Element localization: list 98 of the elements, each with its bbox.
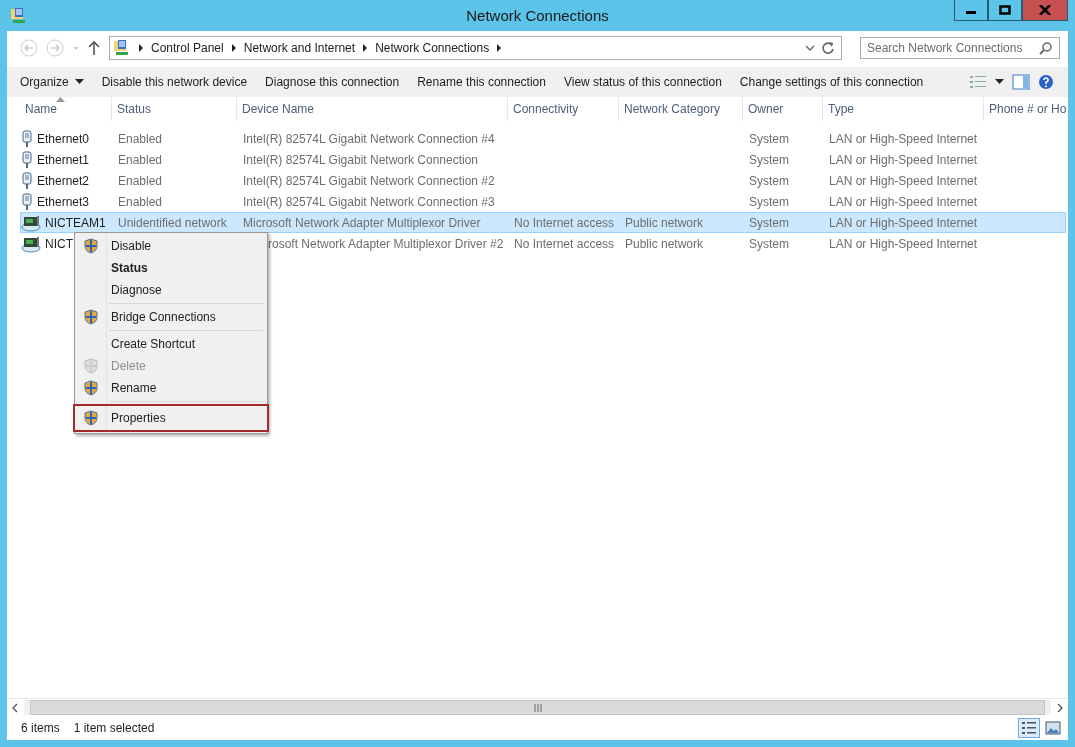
table-cell: LAN or High-Speed Internet (829, 152, 978, 167)
table-cell: Intel(R) 82574L Gigabit Network Connection #4 (243, 131, 495, 146)
menu-item[interactable]: Diagnose (77, 279, 265, 301)
column-label: Connectivity (513, 102, 579, 116)
minimize-button[interactable] (954, 0, 988, 21)
table-cell: Ethernet1 (37, 152, 90, 167)
table-cell: LAN or High-Speed Internet (829, 194, 978, 209)
network-folder-icon (10, 6, 28, 25)
toolbar-command[interactable]: Disable this network device (96, 71, 253, 93)
ethernet-plug-icon (21, 171, 33, 190)
table-cell: Enabled (118, 173, 163, 188)
scrollbar-thumb[interactable] (30, 700, 1045, 715)
up-arrow-icon[interactable] (87, 40, 101, 56)
toolbar-command[interactable]: Rename this connection (412, 71, 551, 93)
table-cell: System (749, 236, 789, 251)
toolbar-command[interactable]: View status of this connection (558, 71, 727, 93)
column-header[interactable]: Owner (743, 97, 823, 121)
breadcrumb[interactable]: Network and Internet (243, 41, 356, 55)
ethernet-plug-icon (21, 129, 33, 148)
table-cell: Public network (625, 236, 704, 251)
table-cell: Microsoft Network Adapter Multiplexor Driver (243, 215, 481, 230)
network-card-icon (21, 213, 41, 232)
chevron-icon[interactable] (361, 43, 370, 53)
network-folder-icon (113, 39, 131, 57)
table-cell: Unidentified network (118, 215, 227, 230)
help-icon[interactable] (1038, 74, 1054, 90)
table-cell: NICT (45, 236, 73, 251)
dropdown-icon[interactable] (805, 43, 815, 53)
column-header[interactable]: Connectivity (508, 97, 619, 121)
table-cell: No Internet access (514, 215, 615, 230)
chevron-icon[interactable] (495, 43, 504, 53)
column-header[interactable]: Phone # or Ho (984, 97, 1068, 121)
column-header[interactable]: Name (20, 97, 112, 121)
column-label: Name (25, 102, 57, 116)
table-cell: Intel(R) 82574L Gigabit Network Connection #2 (243, 173, 495, 188)
toolbar-command[interactable]: Change settings of this connection (734, 71, 929, 93)
column-label: Phone # or Ho (989, 102, 1067, 116)
table-cell: System (749, 152, 789, 167)
address-bar[interactable]: Control Panel Network and Internet Network Connections (109, 36, 842, 60)
ethernet-plug-icon (21, 192, 33, 211)
table-cell: Ethernet2 (37, 173, 90, 188)
table-cell: Intel(R) 82574L Gigabit Network Connection #3 (243, 194, 495, 209)
table-cell: No Internet access (514, 236, 615, 251)
table-cell: System (749, 194, 789, 209)
maximize-icon (999, 5, 1011, 15)
column-label: Status (117, 102, 152, 116)
column-label: Network Category (624, 102, 721, 116)
close-icon (1039, 5, 1051, 15)
table-cell: rosoft Network Adapter Multiplexor Driver #2 (268, 236, 504, 251)
table-cell: Enabled (118, 152, 163, 167)
menu-item[interactable]: Disable (77, 235, 265, 257)
search-icon[interactable] (1039, 41, 1053, 55)
selected-row[interactable]: NICTEAM1 Unidentified network Microsoft Network Adapter Multiplexor Driver No Internet access Public network System LAN or High-Speed Internet (20, 212, 1066, 233)
column-label: Owner (748, 102, 784, 116)
breadcrumb[interactable]: Network Connections (375, 41, 490, 55)
organize-menu[interactable]: Organize (15, 71, 89, 93)
close-button[interactable] (1022, 0, 1068, 21)
table-cell: System (749, 173, 789, 188)
table-cell: Enabled (118, 131, 163, 146)
maximize-button[interactable] (988, 0, 1022, 21)
column-header[interactable]: Network Category (619, 97, 743, 121)
table-cell: Ethernet3 (37, 194, 90, 209)
column-header[interactable]: Type (823, 97, 984, 121)
chevron-icon[interactable] (137, 43, 145, 53)
column-header[interactable]: Device Name (237, 97, 508, 121)
table-cell: LAN or High-Speed Internet (829, 215, 978, 230)
table-cell: Public network (625, 215, 704, 230)
table-cell: System (749, 131, 789, 146)
item-count: 6 items (21, 721, 60, 735)
menu-item[interactable]: Status (77, 257, 265, 279)
details-view-button[interactable] (1018, 718, 1040, 738)
table-cell: System (749, 215, 789, 230)
table-cell: LAN or High-Speed Internet (829, 173, 978, 188)
column-label: Type (828, 102, 854, 116)
chevron-icon[interactable] (229, 43, 238, 53)
table-cell: Intel(R) 82574L Gigabit Network Connection (243, 152, 478, 167)
column-label: Device Name (242, 102, 315, 116)
toolbar-command[interactable]: Diagnose this connection (260, 71, 405, 93)
tiles-view-button[interactable] (1042, 718, 1064, 738)
menu-item[interactable]: Create Shortcut (77, 333, 265, 355)
network-card-icon (21, 234, 41, 253)
column-header[interactable]: Status (112, 97, 237, 121)
table-cell: NICTEAM1 (45, 215, 106, 230)
caret-icon (74, 79, 84, 85)
highlighted-menu-item[interactable]: Properties (73, 404, 269, 432)
breadcrumb[interactable]: Control Panel (151, 41, 224, 55)
window-title: Network Connections (466, 7, 609, 24)
table-cell: LAN or High-Speed Internet (829, 236, 978, 251)
ethernet-plug-icon (21, 150, 33, 169)
refresh-icon[interactable] (821, 41, 835, 55)
menu-item[interactable]: Bridge Connections (77, 306, 265, 328)
table-cell: LAN or High-Speed Internet (829, 131, 978, 146)
table-cell: Enabled (118, 194, 163, 209)
selection-count: 1 item selected (73, 721, 155, 735)
table-cell: Ethernet0 (37, 131, 90, 146)
menu-item[interactable]: Rename (77, 377, 265, 399)
search-field[interactable]: Search Network Connections (860, 37, 1060, 59)
caret-icon[interactable] (995, 79, 1004, 85)
